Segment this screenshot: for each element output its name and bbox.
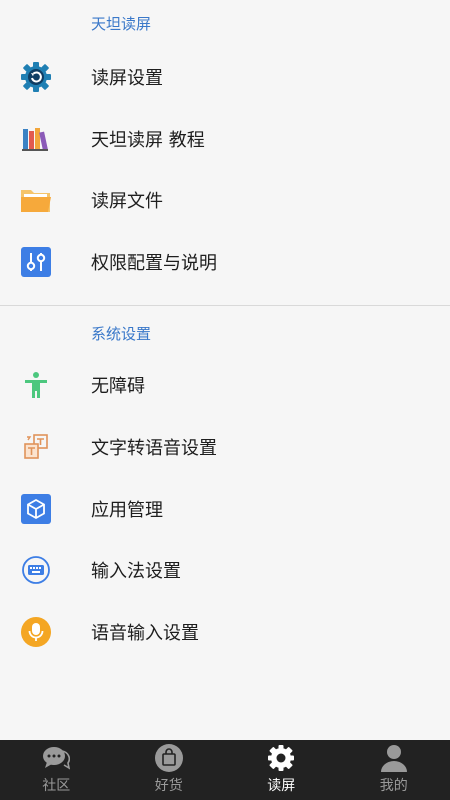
- menu-item-label: 读屏设置: [91, 67, 163, 89]
- menu-item-label: 权限配置与说明: [91, 253, 217, 275]
- chat-bubbles-icon: [41, 743, 71, 773]
- screen: 天坦读屏 读屏设置 天坦读屏 教程 读屏文件 权限配置与说明 系统设置 无障碍 …: [0, 0, 450, 663]
- menu-item-input-method[interactable]: 输入法设置: [0, 540, 450, 602]
- menu-item-label: 天坦读屏 教程: [91, 129, 205, 151]
- shopping-bag-icon: [154, 743, 184, 773]
- menu-item-label: 应用管理: [91, 499, 163, 521]
- tab-label: 读屏: [267, 778, 296, 794]
- menu-item-accessibility[interactable]: 无障碍: [0, 354, 450, 416]
- accessibility-icon: [20, 369, 52, 401]
- tab-label: 我的: [379, 778, 408, 794]
- tab-label: 社区: [42, 778, 71, 794]
- tab-goods[interactable]: 好货: [113, 740, 226, 800]
- menu-item-text-to-speech[interactable]: 文字转语音设置: [0, 416, 450, 478]
- menu-item-label: 文字转语音设置: [91, 437, 217, 459]
- menu-item-label: 读屏文件: [91, 191, 163, 213]
- sliders-icon: [20, 246, 52, 278]
- menu-item-label: 输入法设置: [91, 561, 181, 583]
- microphone-icon: [20, 616, 52, 648]
- bottom-tab-bar: 社区 好货 读屏 我的: [0, 740, 450, 800]
- person-icon: [379, 743, 409, 773]
- section-title-tiantan-reader: 天坦读屏: [91, 15, 152, 33]
- menu-item-label: 无障碍: [91, 376, 145, 398]
- gear-icon: [266, 743, 296, 773]
- menu-item-label: 语音输入设置: [91, 623, 199, 645]
- tab-mine[interactable]: 我的: [338, 740, 450, 800]
- books-icon: [20, 123, 52, 155]
- menu-item-app-management[interactable]: 应用管理: [0, 478, 450, 540]
- keyboard-icon: [20, 554, 52, 586]
- menu-item-tutorial[interactable]: 天坦读屏 教程: [0, 108, 450, 170]
- tab-label: 好货: [154, 778, 183, 794]
- tab-reader[interactable]: 读屏: [225, 740, 338, 800]
- app-box-icon: [20, 493, 52, 525]
- gear-icon: [20, 61, 52, 93]
- text-to-speech-icon: [20, 431, 52, 463]
- section-title-system-settings: 系统设置: [91, 325, 152, 344]
- folder-icon: [20, 184, 52, 216]
- menu-item-reader-files[interactable]: 读屏文件: [0, 170, 450, 232]
- menu-item-voice-input[interactable]: 语音输入设置: [0, 601, 450, 663]
- menu-item-reader-settings[interactable]: 读屏设置: [0, 46, 450, 108]
- menu-item-permissions[interactable]: 权限配置与说明: [0, 231, 450, 293]
- tab-community[interactable]: 社区: [0, 740, 113, 800]
